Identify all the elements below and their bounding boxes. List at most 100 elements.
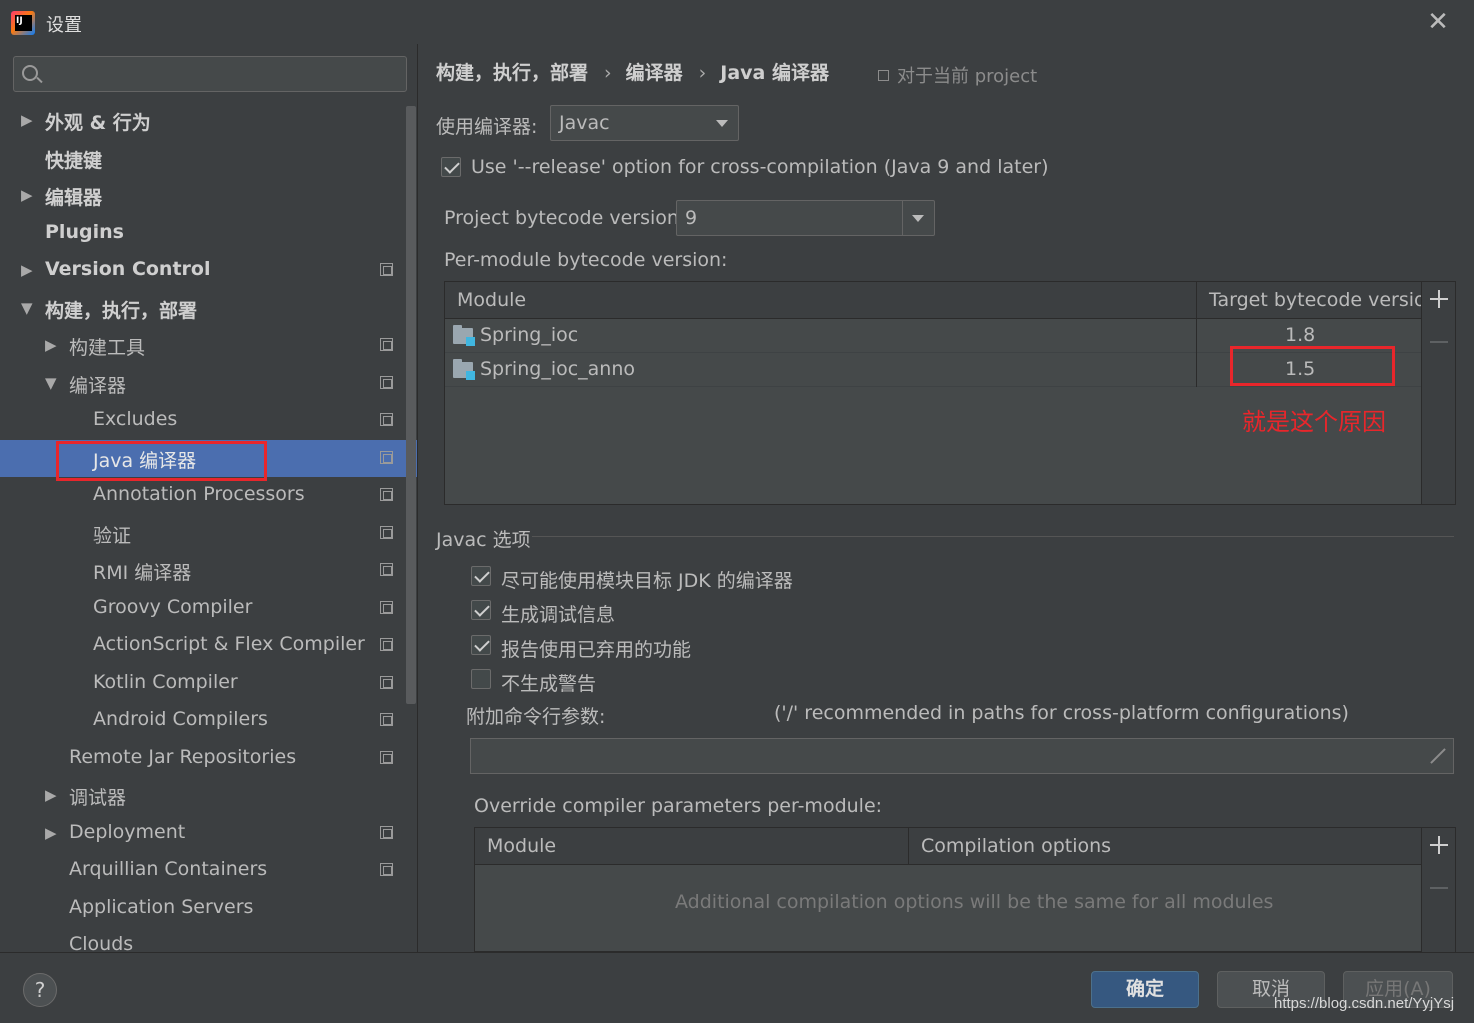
empty-state-text: Additional compilation options will be t… bbox=[675, 891, 1274, 913]
sidebar-item-label: 构建，执行，部署 bbox=[45, 299, 198, 322]
sidebar-item[interactable]: ▶ 外观 & 行为 bbox=[0, 102, 417, 139]
project-scope-icon bbox=[380, 338, 393, 351]
sidebar-item[interactable]: ▼ 构建，执行，部署 bbox=[0, 290, 417, 327]
add-icon[interactable] bbox=[1430, 290, 1448, 308]
sidebar-item-label: Groovy Compiler bbox=[93, 595, 253, 618]
table-header: Module Target bytecode version bbox=[445, 282, 1438, 319]
chevron-right-icon[interactable]: ▶ bbox=[21, 110, 35, 130]
checkbox-label: 生成调试信息 bbox=[501, 604, 616, 626]
sidebar-item[interactable]: 快捷键 bbox=[0, 140, 417, 177]
expand-icon[interactable] bbox=[1428, 747, 1446, 765]
sidebar-item[interactable]: Annotation Processors bbox=[0, 477, 417, 514]
sidebar-item-label: Android Compilers bbox=[93, 708, 268, 730]
module-version[interactable]: 1.8 bbox=[1285, 324, 1315, 346]
sidebar-item[interactable]: Arquillian Containers bbox=[0, 852, 417, 889]
sidebar-item[interactable]: Application Servers bbox=[0, 890, 417, 927]
sidebar-item-label: 编译器 bbox=[69, 374, 127, 397]
settings-content: 构建，执行，部署 › 编译器 › Java 编译器 对于当前 project 使用编译器… bbox=[418, 44, 1474, 953]
column-header-target[interactable]: Target bytecode version bbox=[1209, 289, 1438, 311]
settings-sidebar: ▶ 外观 & 行为快捷键 ▶ 编辑器 Plugins ▶ Version Control ▼ 构… bbox=[0, 44, 418, 952]
sidebar-item-label: Remote Jar Repositories bbox=[69, 745, 297, 768]
sidebar-item[interactable]: ▶ Deployment bbox=[0, 815, 417, 852]
ok-button[interactable]: 确定 bbox=[1091, 971, 1199, 1008]
cmd-params-hint: ('/' recommended in paths for cross-plat… bbox=[774, 702, 1349, 724]
chevron-down-icon[interactable]: ▼ bbox=[21, 298, 35, 318]
project-scope-icon bbox=[380, 863, 393, 876]
sidebar-item[interactable]: ▶ Version Control bbox=[0, 252, 417, 289]
breadcrumb-part: 编译器 bbox=[625, 62, 683, 84]
column-header-options[interactable]: Compilation options bbox=[921, 835, 1111, 857]
checkbox-debug-info[interactable] bbox=[471, 600, 491, 620]
bytecode-version-value: 9 bbox=[685, 207, 698, 229]
chevron-down-icon[interactable]: ▼ bbox=[45, 373, 59, 393]
project-scope-icon bbox=[380, 713, 393, 726]
sidebar-item[interactable]: ▶ 构建工具 bbox=[0, 327, 417, 364]
compiler-select[interactable]: Javac bbox=[550, 105, 739, 141]
sidebar-item[interactable]: Clouds bbox=[0, 927, 417, 952]
table-toolbar bbox=[1421, 282, 1455, 504]
sidebar-item[interactable]: RMI 编译器 bbox=[0, 552, 417, 589]
column-divider bbox=[1196, 353, 1197, 387]
sidebar-item-label: Kotlin Compiler bbox=[93, 670, 238, 693]
project-scope-icon bbox=[380, 750, 393, 764]
highlight-box-version bbox=[1230, 346, 1395, 386]
checkbox-label: 不生成警告 bbox=[501, 673, 597, 695]
sidebar-item[interactable]: ▼ 编译器 bbox=[0, 365, 417, 402]
cmd-params-input[interactable] bbox=[470, 738, 1454, 774]
sidebar-item-label: 外观 & 行为 bbox=[45, 112, 151, 134]
sidebar-item[interactable]: Groovy Compiler bbox=[0, 590, 417, 627]
chevron-down-icon bbox=[716, 120, 728, 127]
sidebar-item[interactable]: Excludes bbox=[0, 402, 417, 439]
search-icon bbox=[22, 65, 38, 81]
project-scope-icon bbox=[380, 450, 393, 464]
close-icon[interactable]: ✕ bbox=[1426, 9, 1450, 35]
project-scope-icon bbox=[380, 825, 393, 839]
chevron-right-icon[interactable]: ▶ bbox=[21, 185, 35, 205]
search-input[interactable] bbox=[13, 56, 407, 92]
sidebar-item-label: 调试器 bbox=[69, 787, 127, 809]
bytecode-version-label: Project bytecode version: bbox=[444, 207, 686, 229]
tree-scrollbar[interactable] bbox=[406, 106, 416, 704]
sidebar-item[interactable]: ▶ 编辑器 bbox=[0, 177, 417, 214]
chevron-right-icon[interactable]: ▶ bbox=[45, 785, 59, 805]
chevron-right-icon[interactable]: ▶ bbox=[45, 335, 59, 355]
sidebar-item[interactable]: Android Compilers bbox=[0, 702, 417, 739]
column-divider bbox=[908, 828, 909, 865]
sidebar-item[interactable]: Remote Jar Repositories bbox=[0, 740, 417, 777]
chevron-right-icon[interactable]: ▶ bbox=[21, 260, 35, 280]
module-name: Spring_ioc bbox=[480, 324, 579, 346]
project-scope-icon bbox=[380, 638, 393, 651]
bytecode-version-select[interactable]: 9 bbox=[676, 200, 935, 236]
breadcrumb-separator: › bbox=[604, 62, 612, 84]
table-header: Module Compilation options bbox=[475, 828, 1421, 865]
column-divider bbox=[1196, 319, 1197, 353]
sidebar-item[interactable]: Kotlin Compiler bbox=[0, 665, 417, 702]
sidebar-item[interactable]: ▶ 调试器 bbox=[0, 777, 417, 814]
column-header-module[interactable]: Module bbox=[487, 835, 556, 857]
add-icon[interactable] bbox=[1430, 836, 1448, 854]
annotation-text: 就是这个原因 bbox=[1242, 408, 1386, 436]
remove-icon[interactable] bbox=[1430, 887, 1448, 889]
project-scope-icon bbox=[878, 70, 889, 81]
column-header-module[interactable]: Module bbox=[457, 289, 526, 311]
sidebar-item[interactable]: 验证 bbox=[0, 515, 417, 552]
override-label: Override compiler parameters per-module: bbox=[474, 795, 883, 817]
column-divider bbox=[1196, 282, 1197, 319]
help-button[interactable]: ? bbox=[23, 973, 57, 1007]
remove-icon[interactable] bbox=[1430, 341, 1448, 343]
project-scope-icon bbox=[380, 488, 393, 501]
release-option-label: Use '--release' option for cross-compila… bbox=[471, 156, 1049, 178]
checkbox-module-target-jdk[interactable] bbox=[471, 566, 491, 586]
sidebar-item-label: Excludes bbox=[93, 408, 178, 430]
breadcrumb-separator: › bbox=[698, 62, 707, 84]
checkbox-deprecation[interactable] bbox=[471, 635, 491, 655]
checkbox-no-warnings[interactable] bbox=[471, 669, 491, 689]
title-bar: 设置 ✕ bbox=[0, 0, 1474, 44]
checkbox-label: 报告使用已弃用的功能 bbox=[501, 639, 692, 661]
sidebar-item-label: Version Control bbox=[45, 258, 211, 280]
sidebar-item[interactable]: Plugins bbox=[0, 215, 417, 252]
release-option-checkbox[interactable] bbox=[441, 157, 461, 177]
sidebar-item[interactable]: ActionScript & Flex Compiler bbox=[0, 627, 417, 664]
chevron-right-icon[interactable]: ▶ bbox=[45, 823, 59, 843]
sidebar-item-label: Arquillian Containers bbox=[69, 858, 268, 880]
